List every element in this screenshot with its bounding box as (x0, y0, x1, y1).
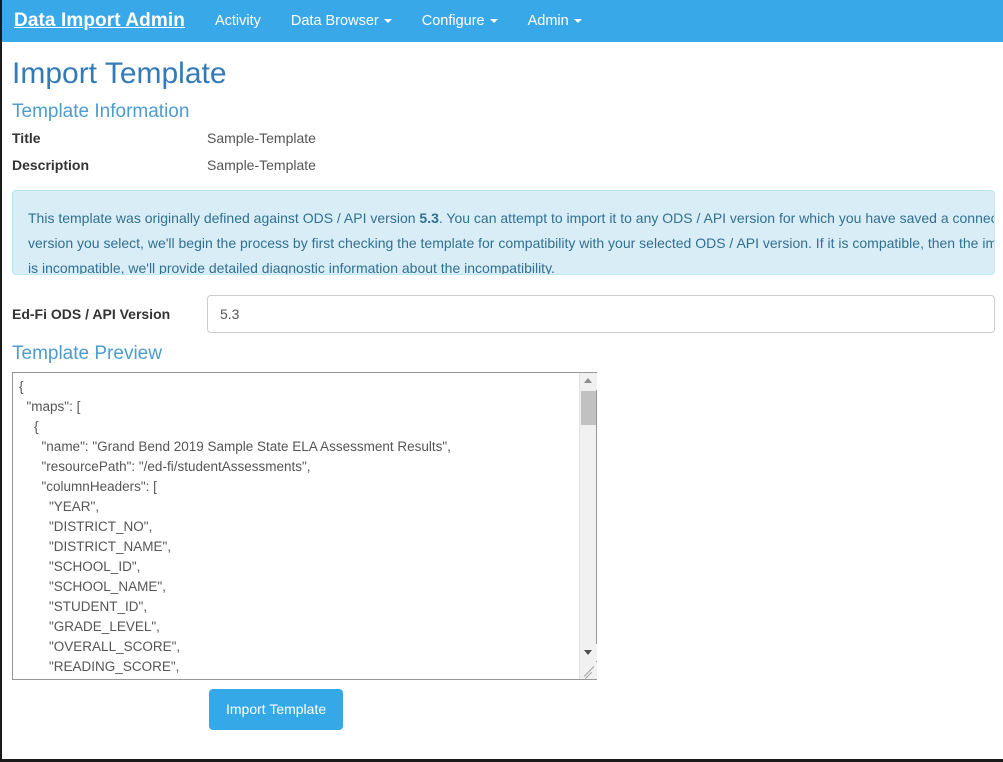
alert-line-2: version you select, we'll begin the proc… (28, 235, 994, 252)
compatibility-info-alert: This template was originally defined aga… (12, 190, 995, 276)
template-preview-textarea[interactable]: { "maps": [ { "name": "Grand Bend 2019 S… (12, 371, 597, 680)
ods-api-version-row: Ed-Fi ODS / API Version 5.3 (12, 295, 995, 334)
template-description-row: Description Sample-Template (12, 157, 995, 173)
nav-item-activity-label: Activity (214, 13, 261, 29)
template-preview-container: { "maps": [ { "name": "Grand Bend 2019 S… (12, 371, 597, 680)
resize-handle-icon[interactable] (580, 661, 597, 679)
scroll-up-arrow-icon[interactable] (580, 372, 597, 390)
ods-api-version-label: Ed-Fi ODS / API Version (12, 306, 171, 323)
chevron-down-icon (573, 19, 582, 24)
template-title-row: Title Sample-Template (12, 130, 995, 146)
section-title-template-information: Template Information (12, 101, 190, 123)
alert-line-1: This template was originally defined aga… (28, 206, 994, 231)
chevron-down-icon (383, 19, 392, 24)
chevron-down-icon (489, 19, 498, 24)
scroll-down-arrow-icon[interactable] (580, 643, 597, 661)
nav-item-admin[interactable]: Admin (513, 0, 597, 42)
template-title-label: Title (12, 130, 41, 147)
nav-item-configure[interactable]: Configure (407, 0, 513, 42)
page-content: Import Template Template Information Tit… (2, 42, 1003, 730)
preview-scrollbar[interactable] (579, 372, 597, 679)
nav-item-activity[interactable]: Activity (200, 0, 276, 42)
navbar-brand[interactable]: Data Import Admin (2, 0, 200, 42)
nav-item-data-browser[interactable]: Data Browser (276, 0, 407, 42)
import-template-button[interactable]: Import Template (209, 688, 344, 730)
alert-line-1-pre: This template was originally defined aga… (28, 210, 420, 227)
alert-line-1-post: . You can attempt to import it to any OD… (438, 210, 994, 227)
browser-viewport: Data Import Admin Activity Data Browser … (0, 0, 1003, 762)
action-bar: Import Template (12, 688, 995, 730)
section-title-template-preview: Template Preview (12, 343, 162, 365)
scrollbar-thumb[interactable] (581, 390, 596, 425)
page-title: Import Template (12, 57, 227, 90)
nav-item-configure-label: Configure (421, 13, 485, 29)
ods-api-version-select[interactable]: 5.3 (207, 295, 995, 334)
nav-item-admin-label: Admin (527, 13, 569, 29)
nav-item-data-browser-label: Data Browser (290, 13, 379, 29)
template-title-value: Sample-Template (207, 130, 316, 147)
alert-line-3: is incompatible, we'll provide detailed … (28, 260, 555, 276)
template-description-label: Description (12, 157, 90, 174)
alert-version-value: 5.3 (419, 210, 439, 227)
top-navbar: Data Import Admin Activity Data Browser … (2, 0, 1003, 42)
template-description-value: Sample-Template (207, 157, 316, 174)
